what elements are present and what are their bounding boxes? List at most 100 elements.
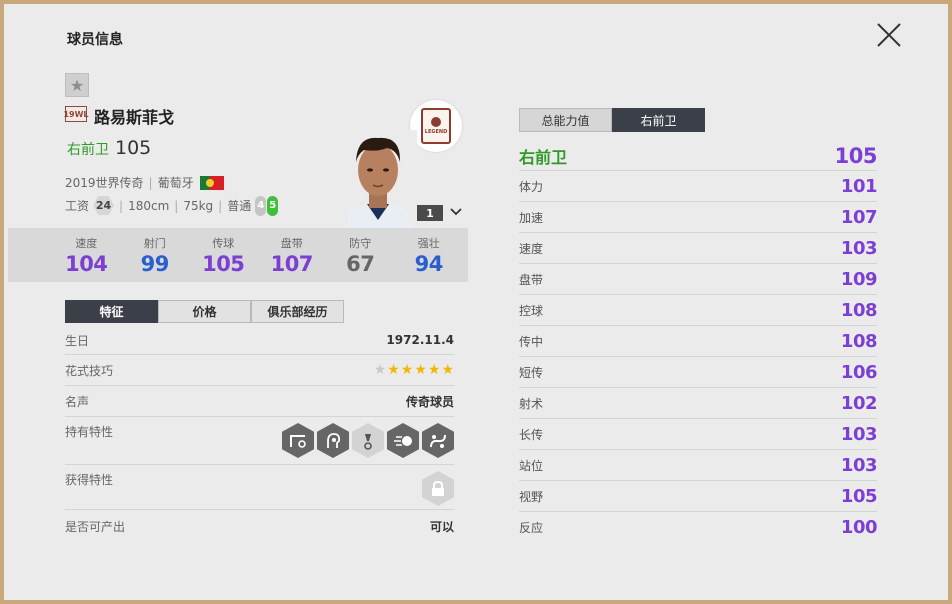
tab-position-rm[interactable]: 右前卫 [612,108,705,132]
attribute-row: 加速 107 [519,202,878,233]
attribute-value: 100 [840,517,878,538]
foot-icon: 4 5 [255,195,279,216]
wage-value: 24 [93,196,115,215]
tab-traits[interactable]: 特征 [65,300,158,323]
stat-label: 射门 [143,237,166,250]
attribute-row: 长传 103 [519,419,878,450]
attribute-value: 101 [840,175,878,197]
info-row-fame: 名声 传奇球员 [65,386,454,417]
info-label: 获得特性 [65,473,114,487]
attribute-value: 109 [840,268,878,290]
body-type-text: 普通 [227,199,252,213]
attribute-row: 反应 100 [519,512,878,543]
attribute-label: 速度 [519,241,544,256]
attribute-row: 传中 108 [519,326,878,357]
stat-dribbling: 盘带 107 [258,228,327,282]
attribute-list: 右前卫 105 体力 101 加速 107 速度 103 盘带 109 控球 108 传中… [519,142,878,543]
attribute-label: 传中 [519,334,544,349]
attribute-row: 盘带 109 [519,264,878,295]
attribute-label: 加速 [519,210,544,225]
stat-value: 107 [270,252,314,276]
right-tab-bar: 总能力值 右前卫 [519,108,705,132]
divider: | [218,198,223,213]
speed-dribbler-trait-icon[interactable] [387,423,419,458]
star-filled-icon: ★ [441,362,454,378]
height-text: 180cm [128,198,170,213]
attribute-value: 105 [840,485,878,507]
attribute-value: 103 [840,454,878,476]
legend-badge-icon: LEGEND [410,100,462,152]
season-badge-icon: 19WL [63,106,89,122]
star-empty-icon: ★ [373,362,387,378]
info-value: 传奇球员 [405,394,454,409]
attribute-row: 射术 102 [519,388,878,419]
nationality-text: 葡萄牙 [157,176,194,190]
attribute-row: 站位 103 [519,450,878,481]
info-label: 名声 [65,394,90,409]
info-value: 1972.11.4 [386,333,454,347]
info-value: 可以 [429,519,454,534]
stat-passing: 传球 105 [189,228,258,282]
attribute-label: 视野 [519,489,544,504]
season-nation-row: 2019世界传奇 | 葡萄牙 [65,174,224,191]
info-label: 生日 [65,333,90,348]
stat-label: 强壮 [417,237,440,250]
stat-label: 速度 [75,237,98,250]
attribute-value: 108 [840,299,878,321]
close-icon[interactable] [875,21,903,49]
attribute-header: 右前卫 105 [519,142,878,171]
favorite-star-icon[interactable]: ★ [65,73,89,97]
chevron-down-icon[interactable] [449,205,463,219]
attribute-header-value: 105 [834,144,878,168]
stat-value: 104 [65,252,108,276]
info-row-birthday: 生日 1972.11.4 [65,326,454,355]
attribute-label: 射术 [519,396,544,411]
stat-label: 盘带 [280,237,303,250]
summary-stats-bar: 速度 104 射门 99 传球 105 盘带 107 防守 67 强壮 94 [8,228,468,282]
strong-foot-value: 5 [267,195,279,216]
attribute-label: 控球 [519,303,544,318]
attribute-label: 体力 [519,179,544,194]
star-filled-icon: ★ [387,362,400,378]
player-photo [339,130,417,228]
stat-value: 67 [346,252,375,276]
attribute-row: 短传 106 [519,357,878,388]
player-name: 路易斯菲戈 [94,108,175,127]
info-list: 生日 1972.11.4 花式技巧 ★ ★ ★ ★ ★ ★ 名声 传奇球员 持有… [65,326,454,542]
info-row-producible: 是否可产出 可以 [65,510,454,542]
stat-label: 传球 [212,237,235,250]
info-row-acquired-traits: 获得特性 [65,465,454,510]
level-badge[interactable]: 1 [417,205,443,221]
divider: | [148,175,153,190]
season-text: 2019世界传奇 [65,176,144,190]
playmaker-trait-icon[interactable] [317,423,349,458]
stat-value: 99 [140,252,170,276]
info-label: 花式技巧 [65,363,114,378]
info-label: 持有特性 [65,425,114,439]
stat-label: 防守 [349,237,372,250]
tab-price[interactable]: 价格 [158,300,251,323]
weak-foot-value: 4 [255,195,267,216]
weight-text: 75kg [183,198,214,213]
attribute-value: 103 [840,423,878,445]
attribute-value: 103 [840,237,878,259]
technical-dribbler-trait-icon[interactable] [422,423,454,458]
attribute-row: 体力 101 [519,171,878,202]
attribute-label: 站位 [519,458,544,473]
legend-crest: LEGEND [421,108,451,144]
info-row-traits: 持有特性 [65,417,454,465]
divider: | [174,198,179,213]
tab-overall[interactable]: 总能力值 [519,108,612,132]
stat-shooting: 射门 99 [121,228,190,282]
tab-club-history[interactable]: 俱乐部经历 [251,300,344,323]
cross-trait-icon[interactable] [282,423,314,458]
skill-stars: ★ ★ ★ ★ ★ ★ [373,363,454,377]
portugal-flag-icon [199,175,224,190]
left-tab-bar: 特征 价格 俱乐部经历 [65,300,344,323]
stat-value: 94 [414,252,444,276]
position-label: 右前卫 [67,142,109,158]
flair-trait-icon[interactable] [352,423,384,458]
attribute-label: 反应 [519,521,544,535]
page-title: 球员信息 [67,32,123,48]
attribute-label: 盘带 [519,272,544,287]
